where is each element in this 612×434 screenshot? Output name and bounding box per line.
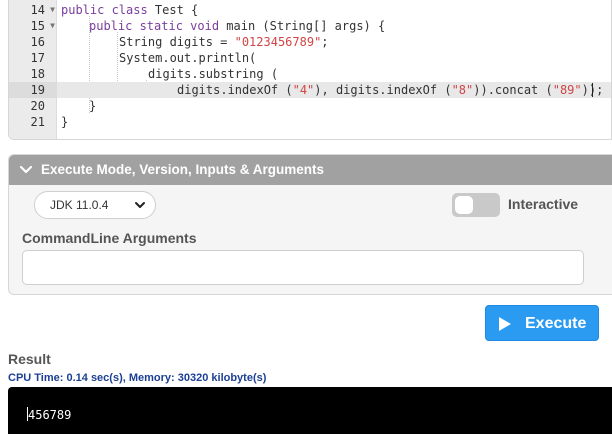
line-number: 15 ▼ xyxy=(30,18,55,34)
code-text-area[interactable]: public class Test { public static void m… xyxy=(57,0,611,139)
code-line: } xyxy=(89,99,97,113)
jdk-version-value: JDK 11.0.4 xyxy=(50,198,109,212)
code-line: public class Test { xyxy=(61,3,199,17)
code-line-active: digits.indexOf ("4"), digits.indexOf ("8… xyxy=(57,82,611,98)
output-text: 456789 xyxy=(28,408,72,422)
line-number: 17 xyxy=(30,51,45,65)
commandline-arguments-label: CommandLine Arguments xyxy=(22,230,197,246)
interactive-label: Interactive xyxy=(508,196,579,212)
panel-header-title: Execute Mode, Version, Inputs & Argument… xyxy=(41,162,325,177)
result-stats: CPU Time: 0.14 sec(s), Memory: 30320 kil… xyxy=(8,372,267,384)
select-arrow-icon xyxy=(135,202,145,208)
output-console[interactable]: 456789 xyxy=(8,387,612,434)
result-heading: Result xyxy=(8,351,51,367)
code-line: String digits = "0123456789"; xyxy=(119,35,329,49)
line-number: 14 ▼ xyxy=(30,2,55,18)
execute-button-label: Execute xyxy=(525,315,587,332)
fold-arrow-icon[interactable]: ▼ xyxy=(50,18,55,34)
line-number: 18 xyxy=(30,67,45,81)
code-line: digits.substring ( xyxy=(148,67,279,81)
text-cursor xyxy=(592,83,593,97)
commandline-arguments-input[interactable] xyxy=(22,250,584,285)
toggle-knob xyxy=(455,196,473,214)
interactive-toggle[interactable] xyxy=(452,193,500,217)
code-editor[interactable]: 14 ▼ 15 ▼ 16 17 18 19 20 21 public class T… xyxy=(8,0,612,140)
line-number: 21 xyxy=(30,115,45,129)
execute-button[interactable]: Execute xyxy=(485,305,599,341)
code-line: public static void main (String[] args) … xyxy=(89,19,386,33)
execute-options-panel: Execute Mode, Version, Inputs & Argument… xyxy=(8,154,612,295)
code-line: System.out.println( xyxy=(119,51,257,65)
code-line: } xyxy=(61,115,69,129)
play-icon xyxy=(499,317,511,331)
line-number-gutter: 14 ▼ 15 ▼ 16 17 18 19 20 21 xyxy=(9,0,57,139)
line-number: 20 xyxy=(30,99,45,113)
chevron-down-icon xyxy=(19,165,33,174)
jdk-version-select[interactable]: JDK 11.0.4 xyxy=(34,191,156,219)
line-number-active: 19 xyxy=(9,82,57,98)
line-number: 16 xyxy=(30,35,45,49)
panel-header-toggle[interactable]: Execute Mode, Version, Inputs & Argument… xyxy=(9,155,612,185)
fold-arrow-icon[interactable]: ▼ xyxy=(50,2,55,18)
